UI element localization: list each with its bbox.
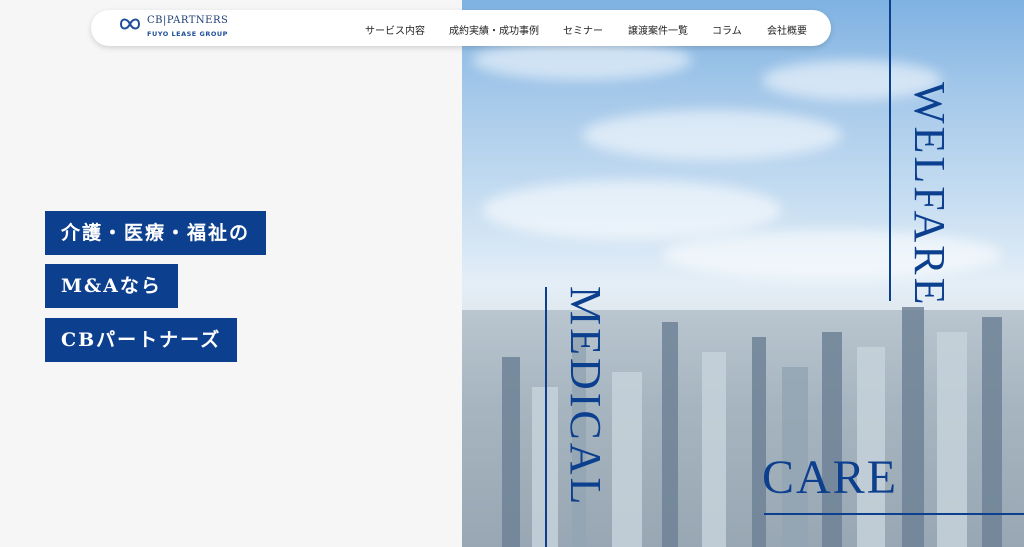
- hero-catch-line-3: CBパートナーズ: [45, 318, 238, 362]
- nav-item-company[interactable]: 会社概要: [767, 22, 807, 37]
- nav-item-seminar[interactable]: セミナー: [563, 22, 603, 37]
- welfare-word: WELFARE: [905, 82, 954, 308]
- care-word: CARE: [762, 451, 899, 504]
- nav-item-results[interactable]: 成約実績・成功事例: [449, 22, 539, 37]
- care-underline: [764, 513, 1024, 515]
- nav-item-listings[interactable]: 譲渡案件一覧: [628, 22, 688, 37]
- hero-catch-line-2: M&Aなら: [45, 264, 178, 308]
- welfare-divider-line: [889, 0, 891, 301]
- brand-logo-mark: [119, 18, 141, 30]
- header-nav: CB|PARTNERS FUYO LEASE GROUP サービス内容 成約実績…: [91, 10, 831, 46]
- nav-item-column[interactable]: コラム: [712, 22, 742, 37]
- medical-divider-line: [545, 287, 547, 547]
- nav-item-services[interactable]: サービス内容: [365, 22, 425, 37]
- hero-catch-line-1: 介護・医療・福祉の: [45, 211, 267, 255]
- brand-name: CB|PARTNERS: [147, 15, 229, 26]
- brand-subtitle: FUYO LEASE GROUP: [147, 30, 228, 38]
- medical-word: MEDICAL: [561, 286, 610, 508]
- brand-logo[interactable]: CB|PARTNERS FUYO LEASE GROUP: [119, 15, 239, 42]
